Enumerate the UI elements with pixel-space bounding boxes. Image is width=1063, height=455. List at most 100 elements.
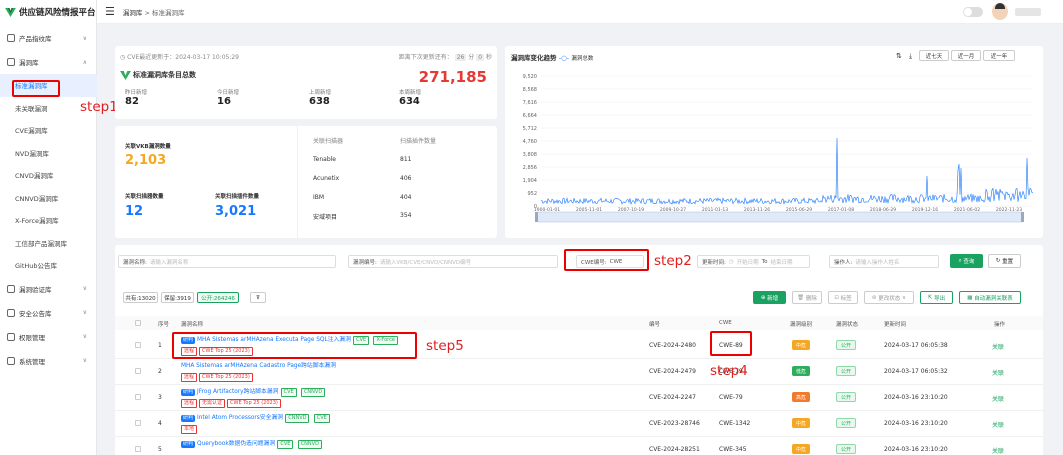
scanner-count-cell: 811 xyxy=(400,156,412,163)
vuln-name-cell[interactable]: 研判 Intel Atom Processors安全漏洞 CNNVD CVE 本地 xyxy=(181,413,641,434)
vuln-name-cell[interactable]: 研判 JFrog Artifactory跨站脚本漏洞 CVE CNNVD 远程 无需认… xyxy=(181,387,641,408)
refresh-icon: ↻ xyxy=(995,258,1001,264)
sidebar-item-nvd[interactable]: NVD漏洞库 xyxy=(0,142,97,165)
sort-icon[interactable]: ⇅ xyxy=(896,52,902,60)
research-badge: 研判 xyxy=(181,441,196,448)
chevron-down-icon: ∨ xyxy=(82,309,87,316)
trend-card: 漏洞库变化趋势 -○- 漏洞总数 ⇅ ⤓ 近七天 近一月 近一年 9,520 8,… xyxy=(505,46,1043,238)
row-number: 4 xyxy=(158,420,162,427)
change-status-button[interactable]: ⊚ 更改状态 ∨ xyxy=(864,291,914,304)
row-checkbox[interactable] xyxy=(135,446,141,452)
vuln-tag: 无需认证 xyxy=(199,399,226,408)
vuln-name-cell[interactable]: 研判 Querybook数据伪造问题漏洞 CVE CNNVD xyxy=(181,439,641,450)
sidebar-item-cve[interactable]: CVE漏洞库 xyxy=(0,119,97,142)
auto-link-button[interactable]: ▦ 自动漏洞关联表 xyxy=(959,291,1021,304)
vuln-tag: 远程 xyxy=(181,373,198,382)
vuln-name-cell[interactable]: MHA Sistemas arMHAzena Cadastro Page跨站脚本… xyxy=(181,361,641,382)
level-badge: 中危 xyxy=(792,444,810,454)
scanner-name: Acunetix xyxy=(313,175,340,182)
update-time: 2024-03-16 23:10:20 xyxy=(884,394,948,401)
theme-toggle[interactable] xyxy=(963,7,983,17)
menu-permission[interactable]: 权限管理 ∨ xyxy=(0,325,97,349)
level-badge: 中危 xyxy=(792,418,810,428)
row-checkbox[interactable] xyxy=(135,420,141,426)
summary-card: ◷ CVE最近更新于：2024-03-17 10:05:29 距离下次更新还有：… xyxy=(115,46,497,119)
zoom-handle-left[interactable] xyxy=(535,212,538,222)
source-tag: CNNVD xyxy=(297,440,322,449)
level-badge: 高危 xyxy=(792,392,810,402)
sidebar-item-miit[interactable]: 工信部产品漏洞库 xyxy=(0,232,97,255)
zoom-handle-right[interactable] xyxy=(1021,212,1024,222)
vuln-id: CVE-2024-28251 xyxy=(649,446,700,453)
scanner-count: 12 xyxy=(125,204,144,219)
total-count: 271,185 xyxy=(418,68,487,86)
filter-icon-button[interactable]: ⊽ xyxy=(250,292,266,303)
logo-icon xyxy=(5,7,16,17)
menu-system[interactable]: 系统管理 ∨ xyxy=(0,349,97,373)
download-icon[interactable]: ⤓ xyxy=(909,52,912,61)
delete-button[interactable]: 🗑 删除 xyxy=(792,291,822,304)
add-button[interactable]: ⊕ 新增 xyxy=(753,291,786,304)
vuln-name-link[interactable]: JFrog Artifactory跨站脚本漏洞 xyxy=(197,389,278,395)
menu-toggle-icon[interactable]: ☰ xyxy=(105,5,115,18)
row-checkbox[interactable] xyxy=(135,342,141,348)
zoom-slider[interactable] xyxy=(536,211,1023,223)
count-all[interactable]: 共有:13020 xyxy=(123,292,158,303)
row-number: 2 xyxy=(158,368,162,375)
row-checkbox[interactable] xyxy=(135,394,141,400)
vuln-tag: CWE Top 25 (2023) xyxy=(199,373,253,382)
vuln-id-filter[interactable]: 漏洞编号: 请输入VKB/CVE/CNVD/CNNVD编号 xyxy=(348,255,558,268)
vuln-name-link[interactable]: Intel Atom Processors安全漏洞 xyxy=(197,415,283,421)
annotation-box-step5 xyxy=(172,332,417,359)
cwe-id: CWE-79 xyxy=(719,394,743,401)
row-checkbox[interactable] xyxy=(135,368,141,374)
count-public[interactable]: 公开:264246 xyxy=(197,292,239,303)
stat-this-week: 634 xyxy=(399,96,420,107)
y-tick-label: 6,664 xyxy=(523,113,537,119)
vkb-count: 2,103 xyxy=(125,153,167,168)
y-tick-label: 5,712 xyxy=(523,126,537,132)
chevron-up-icon: ∧ xyxy=(82,58,87,66)
menu-vuln-db[interactable]: 漏洞库 ∧ xyxy=(0,50,97,74)
export-button[interactable]: ⇱ 导出 xyxy=(920,291,953,304)
count-keep[interactable]: 保留:3919 xyxy=(161,292,194,303)
link-action[interactable]: 关联 xyxy=(992,446,1004,455)
vuln-id: CVE-2024-2480 xyxy=(649,342,696,349)
sidebar-item-cnnvd[interactable]: CNNVD漏洞库 xyxy=(0,187,97,210)
select-all-checkbox[interactable] xyxy=(135,320,141,326)
assoc-card: 关联VKB漏洞数量 2,103 关联扫描器数量 12 关联扫描插件数量 3,02… xyxy=(115,126,497,238)
range-1y-button[interactable]: 近一年 xyxy=(983,50,1015,61)
cwe-id: CWE-1342 xyxy=(719,420,751,427)
sidebar-item-github[interactable]: GitHub公告库 xyxy=(0,254,97,277)
range-7d-button[interactable]: 近七天 xyxy=(919,50,949,61)
menu-security-notice[interactable]: 安全公告库 ∨ xyxy=(0,301,97,325)
vuln-name-link[interactable]: Querybook数据伪造问题漏洞 xyxy=(197,441,275,447)
row-divider xyxy=(115,436,1043,437)
range-1m-button[interactable]: 近一月 xyxy=(951,50,981,61)
update-time-filter[interactable]: 更新时间: ◷ 开始日期 To 结束日期 xyxy=(697,255,810,268)
menu-vuln-verify[interactable]: 漏洞验证库 ∨ xyxy=(0,277,97,301)
search-button[interactable]: ⌕ 查询 xyxy=(950,254,983,268)
link-action[interactable]: 关联 xyxy=(992,394,1004,403)
link-action[interactable]: 关联 xyxy=(992,420,1004,429)
vuln-name-link[interactable]: MHA Sistemas arMHAzena Cadastro Page跨站脚本… xyxy=(181,363,336,369)
sidebar-item-xforce[interactable]: X-Force漏洞库 xyxy=(0,209,97,232)
stat-yesterday: 82 xyxy=(125,96,139,107)
legend-icon: -○- xyxy=(558,54,570,62)
menu-product-fingerprint[interactable]: 产品指纹库 ∨ xyxy=(0,26,97,50)
operator-filter[interactable]: 操作人: 请输入操作人姓名 xyxy=(829,255,939,268)
plugin-count: 3,021 xyxy=(215,204,257,219)
username[interactable] xyxy=(1015,8,1041,16)
tag-button[interactable]: ⊡ 标签 xyxy=(828,291,858,304)
sidebar-item-cnvd[interactable]: CNVD漏洞库 xyxy=(0,164,97,187)
avatar[interactable] xyxy=(992,3,1008,20)
link-action[interactable]: 关联 xyxy=(992,368,1004,377)
app-logo: 供应链风险情报平台 xyxy=(0,0,96,24)
vuln-name-filter[interactable]: 漏洞名称: 请输入漏洞名称 xyxy=(118,255,336,268)
source-tag: CVE xyxy=(277,440,294,449)
link-action[interactable]: 关联 xyxy=(992,342,1004,351)
scanner-count-cell: 354 xyxy=(400,212,412,219)
stat-today: 16 xyxy=(217,96,231,107)
status-badge: 公开 xyxy=(836,340,856,350)
reset-button[interactable]: ↻ 重置 xyxy=(988,254,1021,268)
